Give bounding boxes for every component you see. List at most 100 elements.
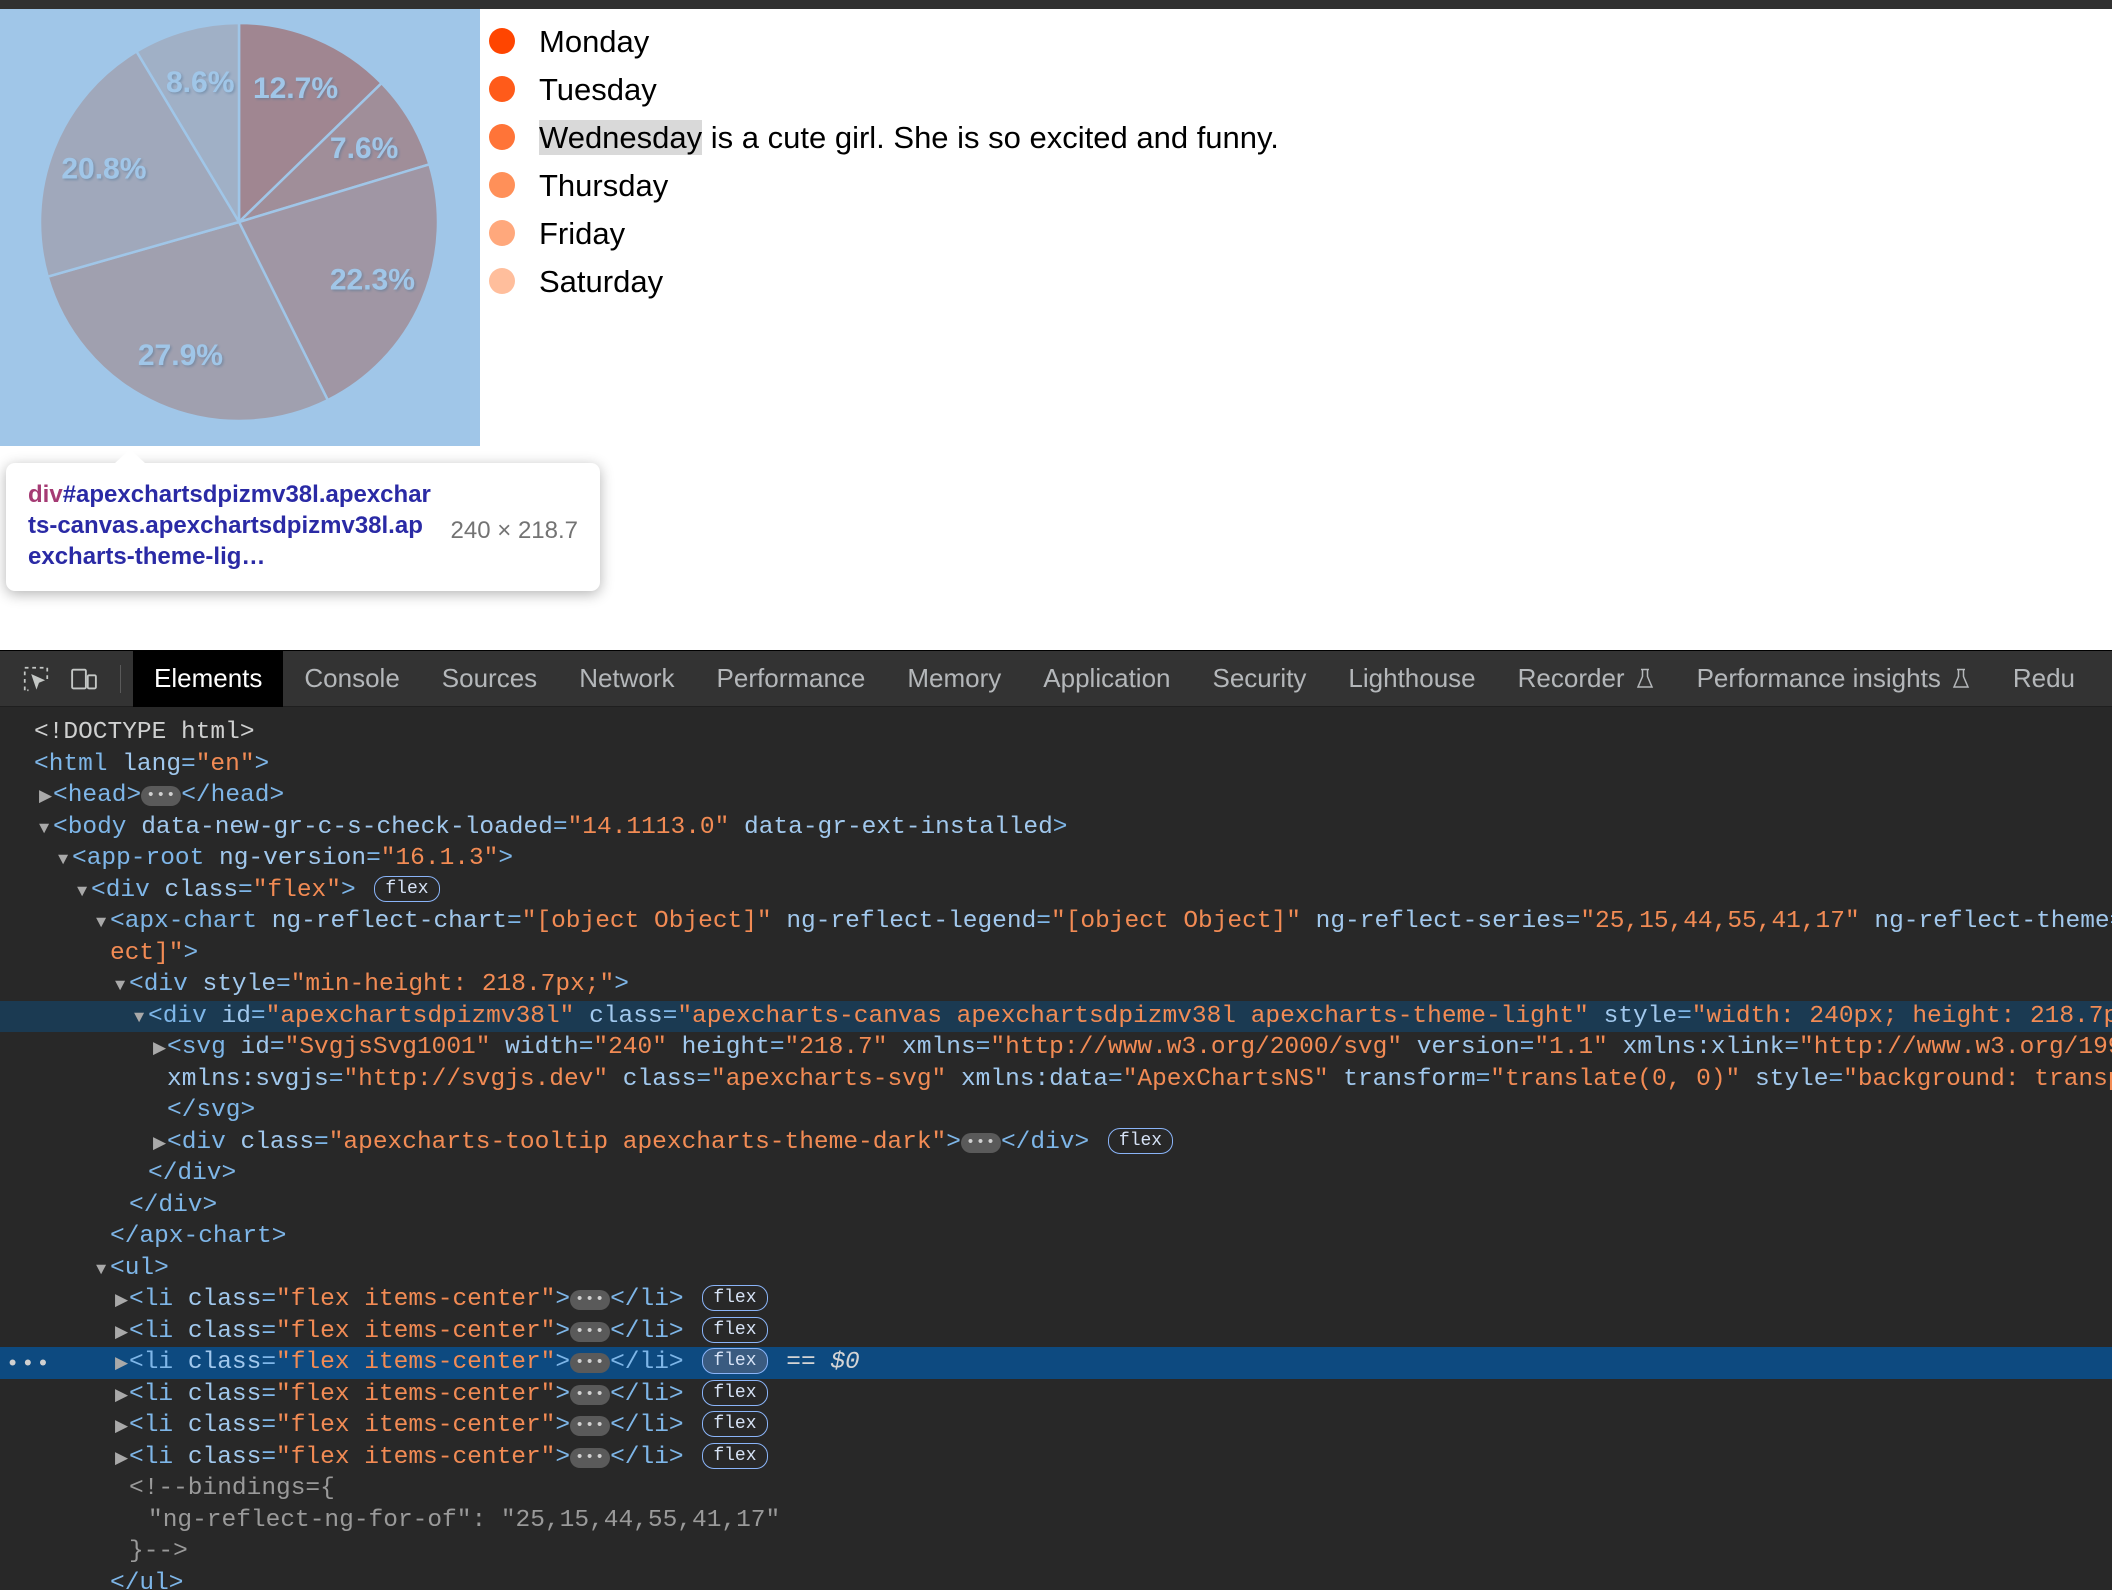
disclosure-triangle-icon[interactable]: ▼ [77,877,91,909]
tab-security[interactable]: Security [1192,651,1328,707]
disclosure-triangle-icon[interactable]: ▶ [115,1286,129,1318]
devtools-tab-strip: Elements ConsoleSources Network Performance… [133,651,2096,707]
tab-elements[interactable]: Elements [133,651,283,707]
tab-performance-insights[interactable]: Performance insights [1676,651,1992,707]
legend-item[interactable]: Thursday [480,161,2112,209]
tab-redu[interactable]: Redu [1992,651,2096,707]
disclosure-triangle-icon[interactable]: ▶ [115,1349,129,1381]
inspect-element-icon[interactable] [12,657,60,701]
device-toolbar-icon[interactable] [60,657,108,701]
legend-color-dot [489,124,515,150]
tab-application[interactable]: Application [1022,651,1191,707]
pie-slices[interactable] [40,23,438,421]
dom-tree-row[interactable]: xmlns:svgjs="http://svgjs.dev" class="ap… [0,1064,2112,1096]
dom-tree-row[interactable]: ect]"> [0,938,2112,970]
legend-item-label: Saturday [539,266,663,297]
dom-tree-row[interactable]: ▶<li class="flex items-center">•••</li> … [0,1442,2112,1474]
legend-item[interactable]: Monday [480,17,2112,65]
dom-tree-row[interactable]: ▼<apx-chart ng-reflect-chart="[object Ob… [0,906,2112,938]
disclosure-triangle-icon[interactable] [115,1192,129,1224]
tab-network[interactable]: Network [558,651,695,707]
legend-item-label: Thursday [539,170,668,201]
dom-tree-row[interactable]: <html lang="en"> [0,749,2112,781]
dom-tree-row[interactable]: ▶<li class="flex items-center">•••</li> … [0,1410,2112,1442]
dom-tree-row[interactable]: ▼<ul> [0,1253,2112,1285]
tab-performance[interactable]: Performance [696,651,887,707]
disclosure-triangle-icon[interactable] [20,719,34,751]
dom-tree-row[interactable]: ▼<body data-new-gr-c-s-check-loaded="14.… [0,812,2112,844]
disclosure-triangle-icon[interactable]: ▼ [58,845,72,877]
dom-tree-row[interactable]: ▶<div class="apexcharts-tooltip apexchar… [0,1127,2112,1159]
legend-item-label: Monday [539,26,649,57]
disclosure-triangle-icon[interactable]: ▼ [115,971,129,1003]
tab-memory[interactable]: Memory [886,651,1022,707]
disclosure-triangle-icon[interactable]: ▶ [115,1318,129,1350]
disclosure-triangle-icon[interactable]: ▶ [115,1444,129,1476]
dom-tree-row[interactable]: ▶<li class="flex items-center">•••</li> … [0,1316,2112,1348]
dom-tree-row[interactable]: ▶<svg id="SvgjsSvg1001" width="240" heig… [0,1032,2112,1064]
pie-data-label: 20.8% [61,153,146,186]
disclosure-triangle-icon[interactable]: ▶ [39,782,53,814]
dom-tree-row[interactable]: •••▶<li class="flex items-center">•••</l… [0,1347,2112,1379]
legend-item-name: Wednesday [539,120,702,155]
dom-tree-row[interactable]: ▼<div class="flex"> flex [0,875,2112,907]
disclosure-triangle-icon[interactable] [115,1538,129,1570]
disclosure-triangle-icon[interactable]: ▼ [134,1003,148,1035]
dom-tree-row[interactable]: ▼<app-root ng-version="16.1.3"> [0,843,2112,875]
dom-tree-row[interactable]: <!--bindings={ [0,1473,2112,1505]
dom-tree-row[interactable]: </div> [0,1190,2112,1222]
pie-data-label: 8.6% [166,66,234,99]
disclosure-triangle-icon[interactable]: ▼ [96,908,110,940]
dom-tree-row[interactable]: ▶<head>•••</head> [0,780,2112,812]
legend-item[interactable]: Tuesday [480,65,2112,113]
dom-tree-row[interactable]: }--> [0,1536,2112,1568]
pie-data-label: 12.7% [253,72,338,105]
dom-tree-row[interactable]: "ng-reflect-ng-for-of": "25,15,44,55,41,… [0,1505,2112,1537]
disclosure-triangle-icon[interactable] [134,1160,148,1192]
tab-label: Network [579,663,674,694]
disclosure-triangle-icon[interactable]: ▼ [96,1255,110,1287]
dom-tree-row[interactable]: </div> [0,1158,2112,1190]
browser-chrome-strip [0,0,2112,9]
tab-sources[interactable]: Sources [421,651,558,707]
dom-tree-row[interactable]: </svg> [0,1095,2112,1127]
devtools-toolbar: Elements ConsoleSources Network Performance… [0,651,2112,707]
tab-label: Elements [154,663,262,694]
apexcharts-canvas[interactable]: 12.7%7.6%22.3%27.9%20.8%8.6% [0,9,480,446]
legend-item-name: Thursday [539,168,668,203]
dom-tree-row[interactable]: ▼<div id="apexchartsdpizmv38l" class="ap… [0,1001,2112,1033]
tab-lighthouse[interactable]: Lighthouse [1327,651,1496,707]
pie-chart-svg[interactable]: 12.7%7.6%22.3%27.9%20.8%8.6% [0,9,480,446]
disclosure-triangle-icon[interactable] [96,1570,110,1591]
disclosure-triangle-icon[interactable]: ▶ [115,1381,129,1413]
disclosure-triangle-icon[interactable]: ▶ [153,1034,167,1066]
tab-console[interactable]: Console [283,651,420,707]
disclosure-triangle-icon[interactable] [153,1097,167,1129]
tab-recorder[interactable]: Recorder [1497,651,1676,707]
disclosure-triangle-icon[interactable] [115,1475,129,1507]
pie-data-label: 7.6% [330,132,398,165]
legend-item[interactable]: Wednesday is a cute girl. She is so exci… [480,113,2112,161]
dom-tree-view[interactable]: <!DOCTYPE html> <html lang="en">▶<head>•… [0,707,2112,1591]
dom-tree-row[interactable]: ▼<div style="min-height: 218.7px;"> [0,969,2112,1001]
disclosure-triangle-icon[interactable] [96,1223,110,1255]
disclosure-triangle-icon[interactable] [153,1066,167,1098]
dom-tree-row[interactable]: <!DOCTYPE html> [0,717,2112,749]
legend-item[interactable]: Friday [480,209,2112,257]
disclosure-triangle-icon[interactable]: ▶ [153,1129,167,1161]
row-more-dots[interactable]: ••• [6,1349,52,1381]
legend-color-dot [489,220,515,246]
apex-chart-container[interactable]: 12.7%7.6%22.3%27.9%20.8%8.6% [0,9,480,446]
disclosure-triangle-icon[interactable]: ▼ [39,814,53,846]
dom-tree-row[interactable]: </apx-chart> [0,1221,2112,1253]
dom-tree-row[interactable]: </ul> [0,1568,2112,1591]
toolbar-divider [120,665,121,693]
disclosure-triangle-icon[interactable] [20,751,34,783]
disclosure-triangle-icon[interactable] [134,1507,148,1539]
dom-tree-row[interactable]: ▶<li class="flex items-center">•••</li> … [0,1379,2112,1411]
legend-item[interactable]: Saturday [480,257,2112,305]
inspector-selector-text: div#apexchartsdpizmv38l.apexcharts-canva… [28,479,433,573]
dom-tree-row[interactable]: ▶<li class="flex items-center">•••</li> … [0,1284,2112,1316]
disclosure-triangle-icon[interactable]: ▶ [115,1412,129,1444]
disclosure-triangle-icon[interactable] [96,940,110,972]
